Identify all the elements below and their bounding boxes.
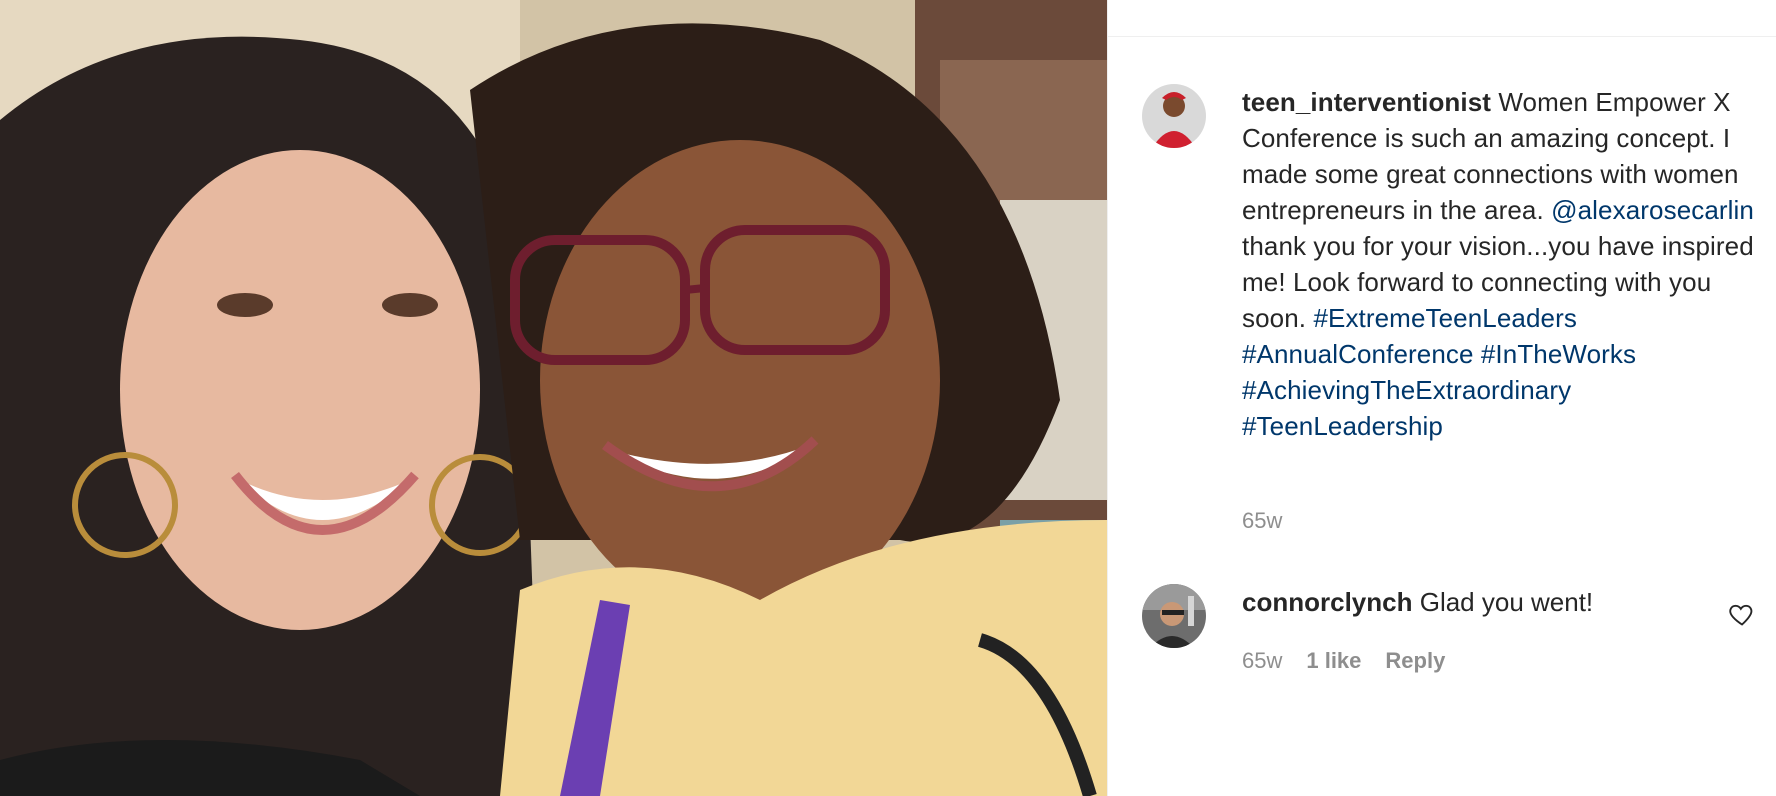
post-side-panel: teen_interventionist Women Empower X Con… bbox=[1107, 0, 1776, 796]
comment-likes[interactable]: 1 like bbox=[1306, 648, 1361, 674]
comment-username[interactable]: connorclynch bbox=[1242, 587, 1412, 617]
hashtag-link[interactable]: #TeenLeadership bbox=[1242, 411, 1443, 441]
comment-timestamp[interactable]: 65w bbox=[1242, 648, 1282, 674]
caption-mention[interactable]: @alexarosecarlin bbox=[1551, 195, 1754, 225]
hashtag-link[interactable]: #ExtremeTeenLeaders bbox=[1313, 303, 1577, 333]
caption-timestamp[interactable]: 65w bbox=[1242, 508, 1282, 534]
comment-text: Glad you went! bbox=[1419, 587, 1594, 617]
comment-body: connorclynch Glad you went! bbox=[1242, 584, 1722, 620]
comment-meta: 65w 1 like Reply bbox=[1242, 648, 1445, 674]
caption-username[interactable]: teen_interventionist bbox=[1242, 87, 1491, 117]
hashtag-link[interactable]: #InTheWorks bbox=[1481, 339, 1636, 369]
post-photo[interactable] bbox=[0, 0, 1107, 796]
author-avatar[interactable] bbox=[1142, 84, 1206, 148]
post-caption: teen_interventionist Women Empower X Con… bbox=[1242, 84, 1772, 444]
heart-outline-icon[interactable] bbox=[1728, 600, 1756, 628]
header-divider bbox=[1108, 36, 1776, 37]
commenter-avatar[interactable] bbox=[1142, 584, 1206, 648]
hashtag-link[interactable]: #AnnualConference bbox=[1242, 339, 1474, 369]
reply-button[interactable]: Reply bbox=[1385, 648, 1445, 674]
hashtag-link[interactable]: #AchievingTheExtraordinary bbox=[1242, 375, 1571, 405]
